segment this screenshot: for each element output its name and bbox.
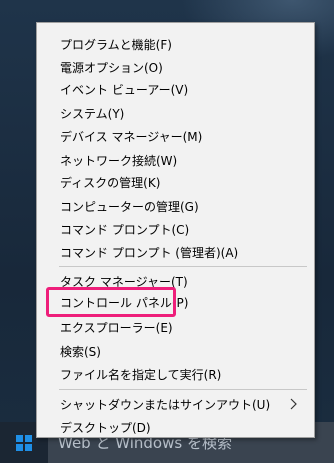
menu-item-label: 検索(S) xyxy=(60,344,101,359)
menu-item-device-manager[interactable]: デバイス マネージャー(M) xyxy=(37,125,314,147)
menu-item-disk-management[interactable]: ディスクの管理(K) xyxy=(37,171,314,193)
menu-item-power-options[interactable]: 電源オプション(O) xyxy=(37,56,314,78)
chevron-right-icon xyxy=(290,398,297,410)
menu-item-programs-and-features[interactable]: プログラムと機能(F) xyxy=(37,33,314,55)
menu-item-label: プログラムと機能(F) xyxy=(60,37,172,52)
menu-item-label: コンピューターの管理(G) xyxy=(60,199,199,214)
menu-item-event-viewer[interactable]: イベント ビューアー(V) xyxy=(37,78,314,100)
menu-item-run[interactable]: ファイル名を指定して実行(R) xyxy=(37,363,314,385)
menu-separator xyxy=(59,266,307,267)
menu-item-label: ディスクの管理(K) xyxy=(60,175,161,190)
menu-item-command-prompt-admin[interactable]: コマンド プロンプト (管理者)(A) xyxy=(37,241,314,263)
menu-item-label: イベント ビューアー(V) xyxy=(60,82,189,97)
menu-item-label: ファイル名を指定して実行(R) xyxy=(60,367,222,382)
winx-context-menu: プログラムと機能(F) 電源オプション(O) イベント ビューアー(V) システ… xyxy=(36,22,315,438)
menu-item-network-connections[interactable]: ネットワーク接続(W) xyxy=(37,149,314,171)
menu-item-label: システム(Y) xyxy=(60,106,125,121)
menu-item-label: コマンド プロンプト(C) xyxy=(60,222,190,237)
menu-item-system[interactable]: システム(Y) xyxy=(37,102,314,124)
menu-item-desktop[interactable]: デスクトップ(D) xyxy=(37,416,314,438)
menu-item-computer-management[interactable]: コンピューターの管理(G) xyxy=(37,195,314,217)
menu-item-label: エクスプローラー(E) xyxy=(60,320,173,335)
windows-logo-icon xyxy=(16,434,32,451)
menu-item-label: 電源オプション(O) xyxy=(60,60,163,75)
menu-item-command-prompt[interactable]: コマンド プロンプト(C) xyxy=(37,218,314,240)
control-panel-highlight xyxy=(46,287,176,317)
menu-item-label: デバイス マネージャー(M) xyxy=(60,129,203,144)
menu-item-shutdown-or-sign-out[interactable]: シャットダウンまたはサインアウト(U) xyxy=(37,393,314,415)
menu-item-label: デスクトップ(D) xyxy=(60,420,151,435)
menu-item-label: ネットワーク接続(W) xyxy=(60,153,178,168)
menu-item-label: コマンド プロンプト (管理者)(A) xyxy=(60,245,239,260)
menu-item-search[interactable]: 検索(S) xyxy=(37,340,314,362)
menu-item-label: シャットダウンまたはサインアウト(U) xyxy=(60,397,271,412)
menu-item-file-explorer[interactable]: エクスプローラー(E) xyxy=(37,316,314,338)
menu-separator xyxy=(59,389,307,390)
